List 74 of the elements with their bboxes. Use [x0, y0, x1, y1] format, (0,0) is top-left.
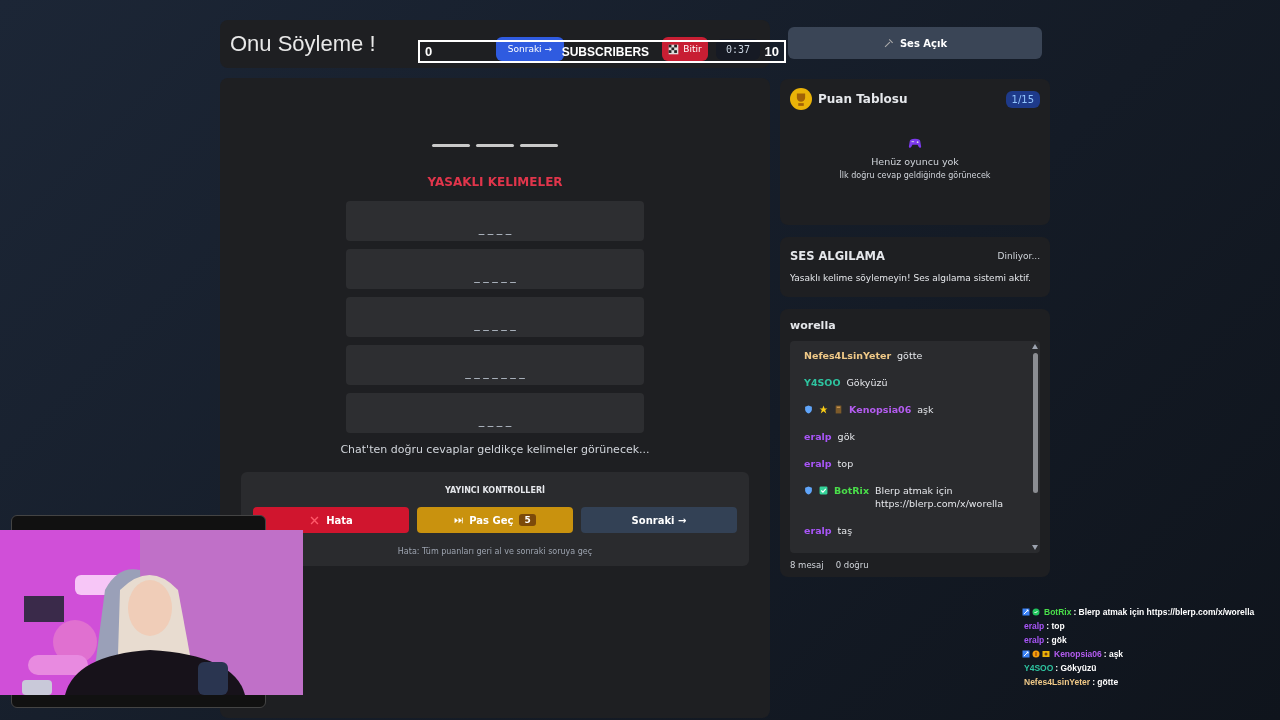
- info-text: Yasaklı kelime söylemeyin! Ses algılama sistemi aktif.: [790, 273, 1032, 283]
- shield-icon: [804, 486, 813, 495]
- error-button[interactable]: Hata: [253, 507, 409, 533]
- count-badge: 5: [519, 514, 536, 526]
- message-text: Blerp atmak için https://blerp.com/x/worella: [875, 484, 1005, 510]
- coin-icon: [1032, 650, 1040, 658]
- sound-button[interactable]: Ses Açık: [788, 27, 1042, 59]
- gamepad-icon: [907, 136, 923, 150]
- status-text: Dinliyor...: [997, 251, 1040, 261]
- empty-text: İlk doğru cevap geldiğinde görünecek: [839, 171, 991, 180]
- message-text: aşk: [917, 403, 934, 416]
- username: eralp: [1024, 635, 1045, 645]
- shield-icon: [804, 405, 813, 414]
- pass-button[interactable]: Pas Geç 5: [417, 507, 573, 533]
- forbidden-word-card: _ _ _ _ _ _ _: [346, 345, 644, 385]
- panel-title: Puan Tablosu: [818, 92, 909, 106]
- username: eralp: [804, 457, 832, 470]
- forbidden-word-card: _ _ _ _: [346, 393, 644, 433]
- message-text: : götte: [1092, 677, 1119, 687]
- message-text: : top: [1046, 621, 1065, 631]
- message-text: : gök: [1046, 635, 1067, 645]
- username: BotRix: [1044, 607, 1072, 617]
- channel-name: worella: [790, 319, 837, 332]
- note-text: Hata: Tüm puanları geri al ve sonraki soruya geç: [397, 547, 593, 556]
- message-text: : Blerp atmak için https://blerp.com/x/worella: [1073, 607, 1255, 617]
- letter-blank: [520, 144, 558, 147]
- panel-title: SES ALGILAMA: [790, 249, 885, 263]
- checkmark-icon: [1032, 608, 1040, 616]
- username: eralp: [804, 430, 832, 443]
- letter-blank: [476, 144, 514, 147]
- wand-icon: [882, 37, 894, 49]
- username: Nefes4LsinYeter: [804, 349, 892, 362]
- correct-count: 0 doğru: [835, 560, 869, 570]
- forbidden-word-card: _ _ _ _ _: [346, 249, 644, 289]
- message-text: : Gökyüzü: [1055, 663, 1097, 673]
- message-text: gök: [837, 430, 855, 443]
- star-icon: [819, 405, 828, 414]
- section-title: YAYINCI KONTROLLERİ: [444, 486, 546, 495]
- goal-current: 0: [425, 44, 433, 59]
- message-count: 8 mesaj: [790, 560, 824, 570]
- username: eralp: [804, 524, 832, 537]
- flag-icon: [668, 43, 680, 55]
- message-text: Gökyüzü: [846, 376, 888, 389]
- trophy-icon: [790, 88, 812, 110]
- hint-text: Chat'ten doğru cevaplar geldikçe kelimeler görünecek...: [340, 443, 650, 456]
- username: Kenopsia06: [1054, 649, 1102, 659]
- finish-button[interactable]: Bitir: [661, 37, 708, 61]
- username: Nefes4LsinYeter: [1024, 677, 1091, 687]
- message-text: : aşk: [1103, 649, 1124, 659]
- close-icon: [309, 514, 321, 526]
- sword-icon: [1022, 650, 1030, 658]
- goal-target: 10: [764, 44, 779, 59]
- forbidden-word-card: _ _ _ _ _: [346, 297, 644, 337]
- sword-icon: [1022, 608, 1030, 616]
- message-text: taş: [837, 524, 853, 537]
- username: Kenopsia06: [849, 403, 912, 416]
- forbidden-word-card: _ _ _ _: [346, 201, 644, 241]
- message-text: top: [837, 457, 854, 470]
- section-title: YASAKLI KELIMELER: [427, 175, 563, 189]
- checkmark-icon: [819, 486, 828, 495]
- game-title: Onu Söyleme !: [230, 31, 376, 57]
- username: BotRix: [834, 484, 869, 497]
- empty-title: Henüz oyuncu yok: [871, 156, 959, 167]
- next-button[interactable]: Sonraki →: [581, 507, 737, 533]
- timer: 0:37: [715, 38, 760, 60]
- skip-icon: [454, 515, 464, 525]
- crown-icon: [1042, 650, 1050, 658]
- username: eralp: [1024, 621, 1045, 631]
- username: Y4SOO: [804, 376, 841, 389]
- username: Y4SOO: [1024, 663, 1054, 673]
- book-icon: [834, 405, 843, 414]
- round-badge: 1/15: [1005, 90, 1040, 108]
- message-text: götte: [897, 349, 923, 362]
- letter-blank: [432, 144, 470, 147]
